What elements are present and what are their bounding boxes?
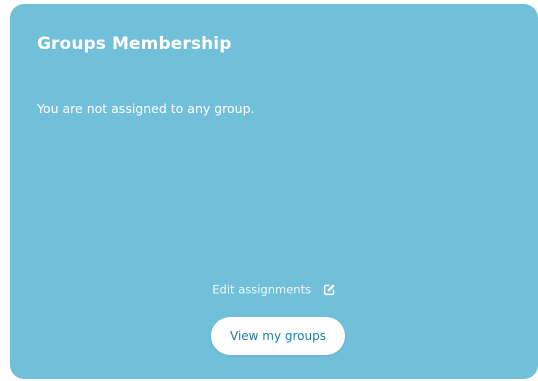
- empty-state-message: You are not assigned to any group.: [37, 101, 255, 116]
- edit-assignments-label: Edit assignments: [212, 282, 312, 297]
- groups-membership-card: Groups Membership You are not assigned t…: [10, 4, 538, 379]
- view-my-groups-button[interactable]: View my groups: [211, 317, 345, 355]
- edit-assignments-link[interactable]: Edit assignments: [10, 282, 538, 297]
- pencil-square-icon: [323, 283, 336, 296]
- card-title: Groups Membership: [37, 34, 232, 54]
